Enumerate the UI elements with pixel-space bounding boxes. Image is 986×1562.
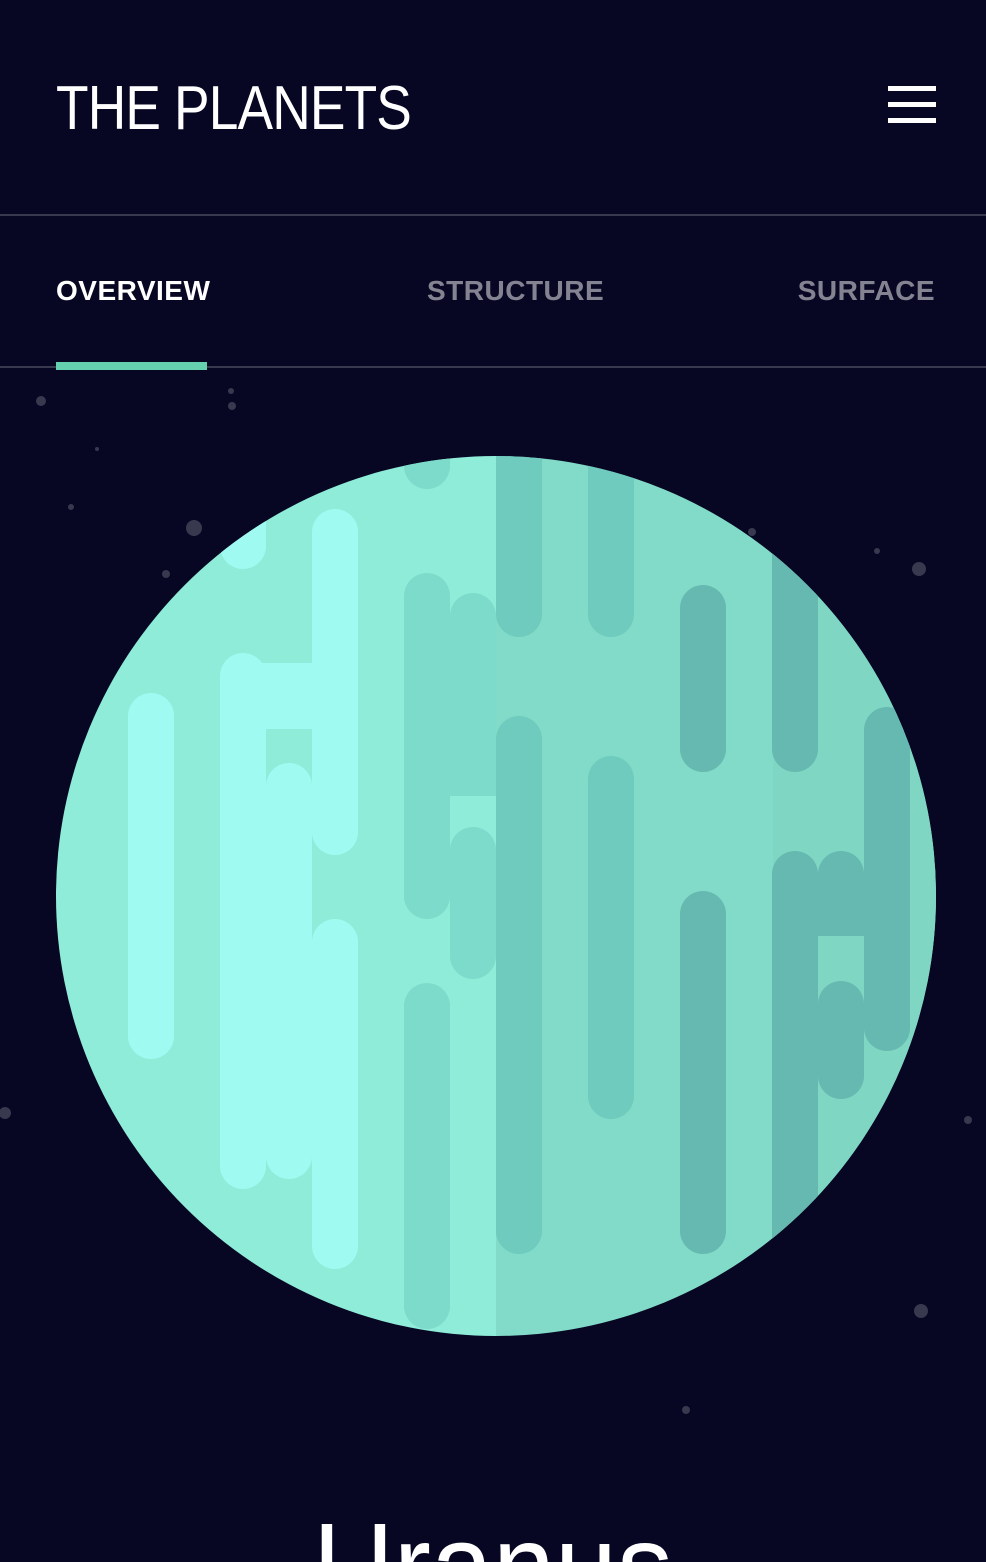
uranus-planet-illustration [56, 456, 936, 1336]
planet-info-tabs: OVERVIEW STRUCTURE SURFACE [0, 216, 986, 370]
menu-line [888, 118, 936, 123]
tab-overview-label: OVERVIEW [56, 275, 211, 306]
tab-surface[interactable]: SURFACE [798, 216, 935, 366]
site-logo[interactable]: THE PLANETS [56, 66, 412, 152]
menu-line [888, 86, 936, 91]
site-header: THE PLANETS [0, 0, 986, 216]
tab-overview[interactable]: OVERVIEW [56, 216, 211, 370]
tab-surface-label: SURFACE [797, 275, 935, 306]
menu-line [888, 102, 936, 107]
tab-structure[interactable]: STRUCTURE [427, 216, 604, 366]
tab-structure-label: STRUCTURE [427, 275, 605, 306]
planet-name-heading: Uranus [49, 1498, 936, 1562]
hamburger-menu-icon[interactable] [886, 84, 936, 124]
